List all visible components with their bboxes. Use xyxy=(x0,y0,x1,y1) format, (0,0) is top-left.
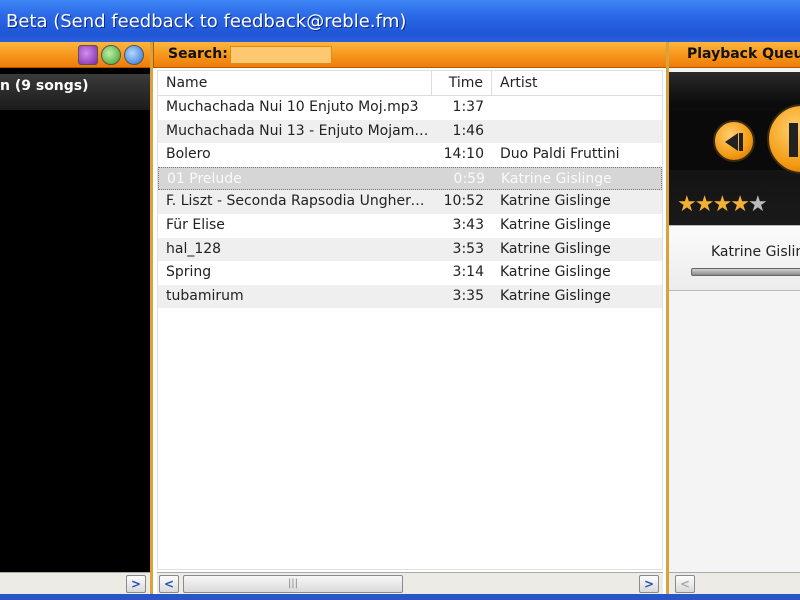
song-name: F. Liszt - Seconda Rapsodia Ungherese xyxy=(166,193,432,210)
table-row[interactable]: Muchachada Nui 13 - Enjuto Mojamut... 1:… xyxy=(158,119,662,144)
song-name: 01 Prelude xyxy=(167,170,242,187)
star-icon: ★ xyxy=(730,192,750,217)
song-name: Für Elise xyxy=(166,216,225,233)
sources-icons xyxy=(78,45,144,65)
song-artist: Katrine Gislinge xyxy=(500,240,611,257)
user-icon[interactable] xyxy=(101,45,121,65)
library-icon[interactable] xyxy=(78,45,98,65)
song-artist xyxy=(492,120,662,144)
globe-icon[interactable] xyxy=(124,45,144,65)
table-row[interactable]: tubamirum 3:35 Katrine Gislinge xyxy=(158,284,662,309)
song-name: tubamirum xyxy=(166,287,244,304)
table-row[interactable]: Bolero 14:10 Duo Paldi Fruttini xyxy=(158,143,662,167)
star-icon: ★ xyxy=(747,192,768,217)
song-name: Spring xyxy=(166,264,212,281)
song-artist xyxy=(492,96,662,120)
song-time: 3:35 xyxy=(452,287,484,304)
song-artist: Katrine Gislinge xyxy=(500,287,611,304)
sources-horizontal-scrollbar[interactable]: > xyxy=(0,572,150,594)
scrollbar-thumb[interactable]: ||| xyxy=(183,575,403,593)
sources-panel: n (9 songs) > xyxy=(0,42,150,594)
scroll-left-button[interactable]: < xyxy=(159,575,179,593)
search-input[interactable] xyxy=(230,46,332,64)
song-name: Muchachada Nui 13 - Enjuto Mojamut... xyxy=(166,122,432,139)
queue-toolbar: Playback Queu xyxy=(669,42,800,68)
table-row[interactable]: hal_128 3:53 Katrine Gislinge xyxy=(158,237,662,262)
column-header-artist[interactable]: Artist xyxy=(492,71,662,95)
queue-horizontal-scrollbar[interactable]: < xyxy=(669,572,800,594)
star-icon: ★ xyxy=(694,192,715,217)
column-header-time[interactable]: Time xyxy=(432,71,492,95)
song-list-panel: Search: Name Time Artist Muchachada Nui … xyxy=(153,42,666,594)
scroll-right-button[interactable]: > xyxy=(639,575,659,593)
star-icon: ★ xyxy=(712,192,732,217)
star-icon: ★ xyxy=(677,192,697,217)
song-time: 1:37 xyxy=(452,99,484,115)
song-time: 10:52 xyxy=(443,193,484,210)
song-artist: Katrine Gislinge xyxy=(500,193,611,210)
scroll-left-button[interactable]: < xyxy=(675,575,695,593)
playback-queue-label[interactable]: Playback Queu xyxy=(687,46,800,62)
song-name: hal_128 xyxy=(166,240,222,257)
previous-track-button[interactable] xyxy=(713,120,755,162)
table-row[interactable]: Muchachada Nui 10 Enjuto Moj.mp3 1:37 xyxy=(158,96,662,120)
sources-toolbar xyxy=(0,42,150,68)
playback-panel: Playback Queu ★★★★★ Katrine Gisling < xyxy=(669,42,800,594)
playback-progress-bar[interactable] xyxy=(691,268,800,276)
window-title: Beta (Send feedback to feedback@reble.fm… xyxy=(0,0,800,42)
song-time: 3:53 xyxy=(452,240,484,257)
song-table: Name Time Artist Muchachada Nui 10 Enjut… xyxy=(157,70,663,570)
song-time: 3:43 xyxy=(452,216,484,233)
table-row[interactable]: Spring 3:14 Katrine Gislinge xyxy=(158,261,662,285)
song-time: 3:14 xyxy=(452,264,484,281)
playlist-item-selected[interactable]: n (9 songs) xyxy=(0,74,150,110)
now-playing-info: Katrine Gisling xyxy=(669,225,800,291)
scroll-right-button[interactable]: > xyxy=(126,575,146,593)
table-header: Name Time Artist xyxy=(158,71,662,96)
table-row[interactable]: Für Elise 3:43 Katrine Gislinge xyxy=(158,214,662,238)
rating-stars[interactable]: ★★★★★ xyxy=(677,192,768,217)
song-artist: Katrine Gislinge xyxy=(500,264,611,281)
column-header-name[interactable]: Name xyxy=(158,71,432,95)
song-time: 0:59 xyxy=(453,170,485,187)
song-list-horizontal-scrollbar[interactable]: < ||| > xyxy=(157,572,663,594)
song-time: 14:10 xyxy=(443,146,484,163)
now-playing-artist: Katrine Gisling xyxy=(711,244,800,260)
song-artist: Katrine Gislinge xyxy=(501,170,612,187)
search-toolbar: Search: xyxy=(153,42,666,68)
song-artist: Duo Paldi Fruttini xyxy=(500,146,620,163)
table-row[interactable]: F. Liszt - Seconda Rapsodia Ungherese 10… xyxy=(158,190,662,214)
song-name: Bolero xyxy=(166,146,211,163)
table-row-selected[interactable]: 01 Prelude 0:59 Katrine Gislinge xyxy=(158,166,662,191)
song-artist: Katrine Gislinge xyxy=(500,216,611,233)
song-name: Muchachada Nui 10 Enjuto Moj.mp3 xyxy=(166,99,419,115)
search-label: Search: xyxy=(168,46,228,62)
song-time: 1:46 xyxy=(452,122,484,139)
